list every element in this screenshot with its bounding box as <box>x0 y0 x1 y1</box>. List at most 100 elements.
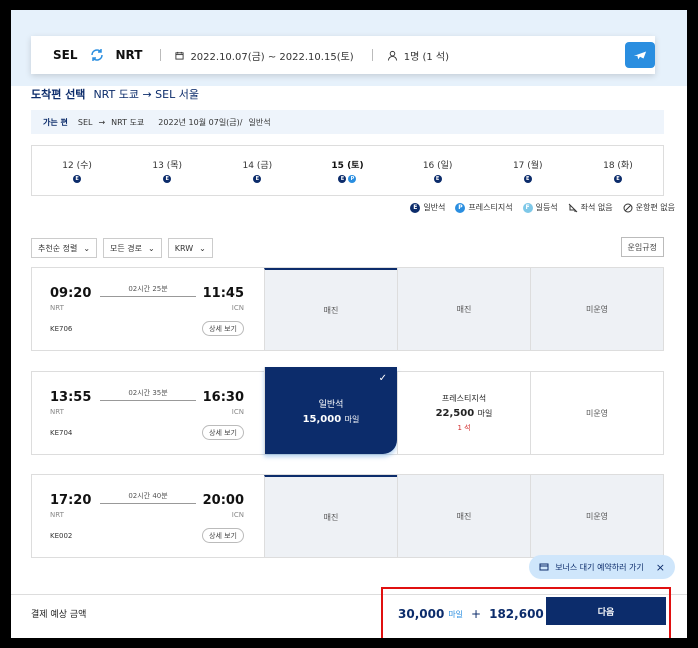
duration-line <box>100 503 196 504</box>
arrival-code: ICN <box>231 511 244 519</box>
date-label: 13 (목) <box>152 161 183 171</box>
close-icon[interactable]: × <box>656 561 665 574</box>
arrival-time: 11:45 <box>202 286 244 301</box>
currency-select[interactable]: KRW ⌄ <box>167 238 213 258</box>
economy-badge-icon: E <box>73 175 82 183</box>
economy-badge-icon: E <box>523 175 532 183</box>
arrival-time: 20:00 <box>202 493 244 508</box>
flight-info: 17:20 NRT 02시간 40분 20:00 ICN KE002 상세 보기 <box>32 475 264 557</box>
arrival-time: 16:30 <box>202 390 244 405</box>
route-select[interactable]: 모든 경로 ⌄ <box>103 238 162 258</box>
date-label: 15 (토) <box>331 161 364 171</box>
route-value: 모든 경로 <box>110 243 143 253</box>
economy-badge-icon: E <box>253 175 262 183</box>
economy-legend-icon: E <box>410 202 421 213</box>
sort-value: 추천순 정렬 <box>38 243 78 253</box>
passenger-count[interactable]: 1명 (1 석) <box>387 48 449 63</box>
seats-left: 1 석 <box>457 424 471 432</box>
flight-duration: 02시간 35분 <box>128 389 168 397</box>
first-fare-cell: 미운영 <box>530 475 663 557</box>
first-fare-cell: 미운영 <box>530 372 663 454</box>
search-summary-bar[interactable]: SEL NRT 2022.10.07(금) ~ 2022.10.15(토) 1명… <box>31 36 655 74</box>
first-legend-icon: F <box>522 202 533 213</box>
flight-number: KE002 <box>50 532 73 540</box>
top-banner: SEL NRT 2022.10.07(금) ~ 2022.10.15(토) 1명… <box>11 10 687 86</box>
details-button[interactable]: 상세 보기 <box>202 425 244 440</box>
outbound-to: NRT 도쿄 <box>111 117 145 127</box>
date-tab[interactable]: 16 (일) E <box>393 146 483 195</box>
next-button[interactable]: 다음 <box>546 597 666 625</box>
details-button[interactable]: 상세 보기 <box>202 321 244 336</box>
departure-time: 13:55 <box>50 390 92 405</box>
economy-fare-selected[interactable]: ✓ 일반석 15,000 마일 <box>264 367 397 454</box>
prestige-fare-cell: 매진 <box>397 268 530 350</box>
departure-code: NRT <box>50 408 64 416</box>
outbound-from: SEL <box>77 117 93 127</box>
arrival-code: ICN <box>231 408 244 416</box>
flight-number: KE706 <box>50 325 73 333</box>
filter-bar: 추천순 정렬 ⌄ 모든 경로 ⌄ KRW ⌄ <box>31 238 213 258</box>
payment-footer: 결제 예상 금액 30,000 마일 + 182,600 원 다음 <box>11 587 687 638</box>
legend-label: 일등석 <box>535 203 558 212</box>
fare-price: 22,500 <box>435 408 475 419</box>
search-flight-button[interactable] <box>625 42 655 68</box>
travel-dates[interactable]: 2022.10.07(금) ~ 2022.10.15(토) <box>175 48 354 63</box>
date-tab[interactable]: 14 (금) E <box>212 146 302 195</box>
flight-row: 13:55 NRT 02시간 35분 16:30 ICN KE704 상세 보기… <box>31 367 664 455</box>
no-seat-icon <box>568 203 578 212</box>
outbound-date: 2022년 10월 07일(금)/ <box>158 117 243 127</box>
date-tab[interactable]: 18 (화) E <box>573 146 663 195</box>
prestige-legend-icon: P <box>455 202 466 213</box>
legend-label: 운항편 없음 <box>635 203 675 212</box>
date-tab[interactable]: 13 (목) E <box>122 146 212 195</box>
economy-badge-icon: E <box>433 175 442 183</box>
economy-badge-icon: E <box>613 175 622 183</box>
calendar-icon <box>175 51 184 60</box>
first-fare-cell: 미운영 <box>530 268 663 350</box>
chevron-down-icon: ⌄ <box>83 243 91 253</box>
passenger-text: 1명 (1 석) <box>403 51 449 63</box>
legend-label: 일반석 <box>423 203 446 212</box>
fare-class: 일반석 <box>318 399 344 410</box>
fare-class: 프레스티지석 <box>441 394 487 403</box>
prestige-fare-cell: 매진 <box>397 475 530 557</box>
check-icon: ✓ <box>378 373 387 384</box>
duration-line <box>100 400 196 401</box>
prestige-fare-cell[interactable]: 프레스티지석 22,500 마일 1 석 <box>397 372 530 454</box>
date-tab-selected[interactable]: 15 (토) E P <box>302 146 392 195</box>
total-won: 182,600 <box>489 607 544 621</box>
date-range: 2022.10.07(금) ~ 2022.10.15(토) <box>190 51 354 63</box>
legend-label: 좌석 없음 <box>580 203 613 212</box>
flight-info: 09:20 NRT 02시간 25분 11:45 ICN KE706 상세 보기 <box>32 268 264 350</box>
expected-payment-label: 결제 예상 금액 <box>31 610 87 620</box>
flight-duration: 02시간 25분 <box>128 285 168 293</box>
flight-duration: 02시간 40분 <box>128 492 168 500</box>
arrow-icon: → <box>98 117 106 127</box>
date-tab[interactable]: 17 (월) E <box>483 146 573 195</box>
total-miles: 30,000 <box>398 607 445 621</box>
date-selector: 12 (수) E 13 (목) E 14 (금) E 15 (토) E P 16… <box>31 145 664 196</box>
no-flight-icon <box>623 203 633 212</box>
date-label: 18 (화) <box>603 161 633 171</box>
total-price: 30,000 마일 + 182,600 원 <box>398 607 555 621</box>
sort-select[interactable]: 추천순 정렬 ⌄ <box>31 238 98 258</box>
details-button[interactable]: 상세 보기 <box>202 528 244 543</box>
bonus-label: 보너스 대기 예약하러 가기 <box>555 562 644 572</box>
departure-time: 17:20 <box>50 493 92 508</box>
departure-time: 09:20 <box>50 286 92 301</box>
economy-fare-cell: 매진 <box>264 268 397 350</box>
divider <box>371 49 373 61</box>
bonus-waitlist-button[interactable]: 보너스 대기 예약하러 가기 × <box>529 555 675 579</box>
cabin-legend: E 일반석 P 프레스티지석 F 일등석 좌석 없음 운항편 없음 <box>410 202 675 213</box>
fare-rule-button[interactable]: 운임규정 <box>620 237 664 257</box>
date-tab[interactable]: 12 (수) E <box>32 146 122 195</box>
outbound-summary: 가는 편 SEL → NRT 도쿄 2022년 10월 07일(금)/ 일반석 <box>31 110 664 134</box>
flight-row: 09:20 NRT 02시간 25분 11:45 ICN KE706 상세 보기… <box>31 267 664 351</box>
destination-code: NRT <box>115 48 143 62</box>
fare-price: 15,000 <box>302 413 342 425</box>
origin-code: SEL <box>53 48 78 62</box>
app-frame: SEL NRT 2022.10.07(금) ~ 2022.10.15(토) 1명… <box>11 10 687 638</box>
swap-icon[interactable] <box>88 46 106 64</box>
economy-badge-icon: E <box>163 175 172 183</box>
divider <box>160 49 162 61</box>
